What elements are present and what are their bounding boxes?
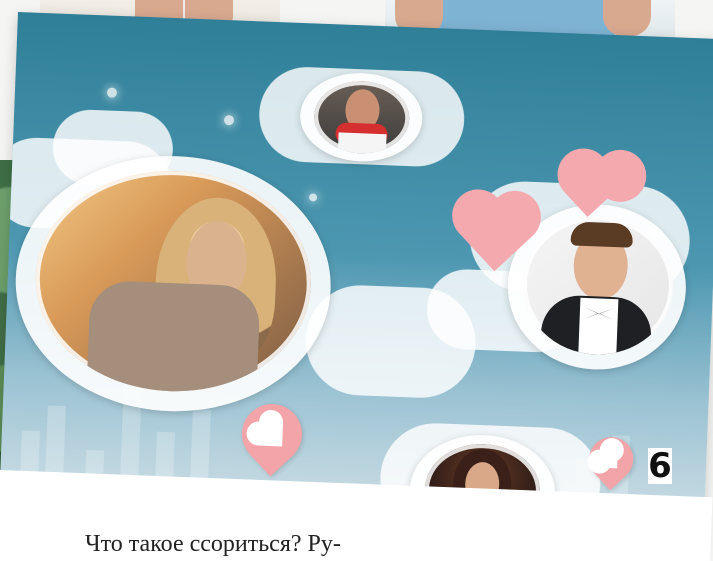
body-text-line: Что такое ссориться? Ру- [85,531,341,557]
page-number: 6 [648,446,672,486]
sparkle [308,193,318,202]
hair [570,221,634,248]
collage-card [0,12,713,549]
coat [86,279,261,397]
cloud [303,283,478,400]
heart-icon [599,449,618,469]
sparkle [106,87,118,98]
sparkle [223,114,235,126]
white-shirt [578,297,619,358]
dress-hand-right [603,0,651,36]
location-pin-heart [229,391,315,477]
heart-icon [258,421,284,447]
shirt [337,132,387,156]
magazine-page-photo: 6 Что такое ссориться? Ру- [0,0,713,561]
